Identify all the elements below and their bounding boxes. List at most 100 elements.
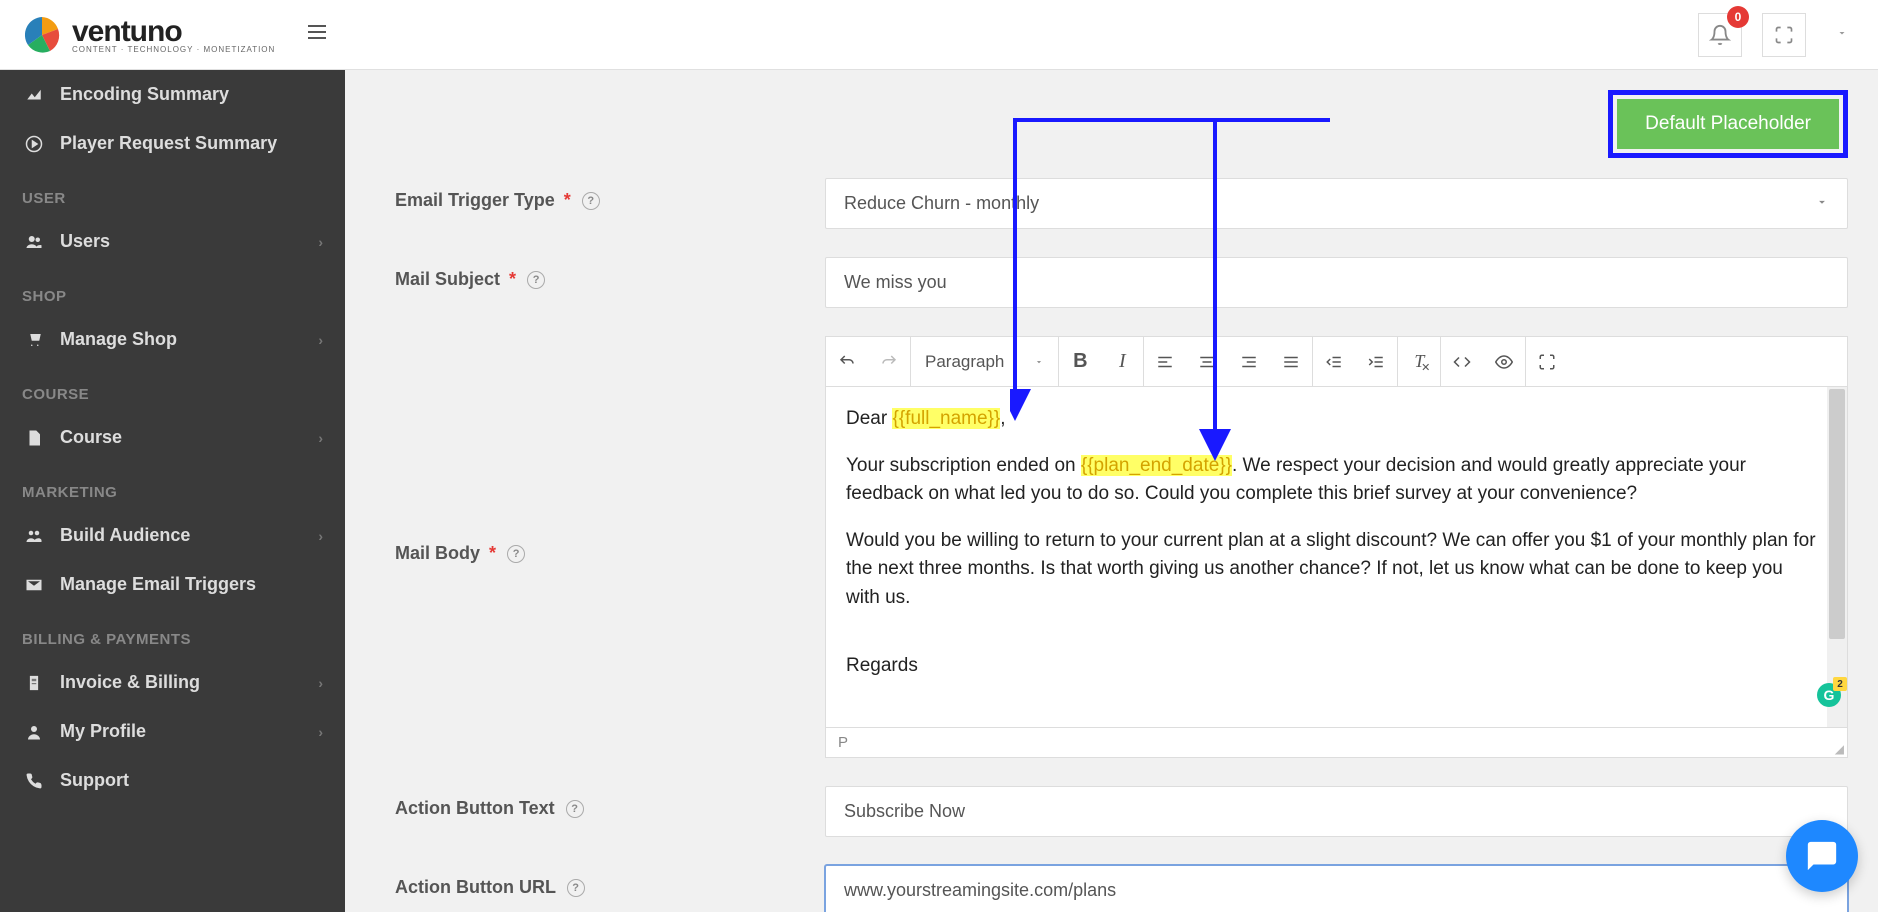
logo-mark-icon [20,13,64,57]
chat-support-button[interactable] [1786,820,1858,892]
align-center-button[interactable] [1186,338,1228,386]
help-icon[interactable]: ? [566,800,584,818]
editor-content[interactable]: Dear {{full_name}}, Your subscription en… [826,387,1847,727]
user-dropdown[interactable] [1826,26,1858,44]
body-text: Your subscription ended on [846,455,1081,476]
sidebar-item-encoding-summary[interactable]: Encoding Summary [0,70,345,119]
chevron-right-icon: › [318,332,323,348]
preview-button[interactable] [1483,338,1525,386]
sidebar-item-build-audience[interactable]: Build Audience › [0,511,345,560]
resize-handle-icon[interactable]: ◢ [1835,742,1844,756]
sidebar-item-label: Player Request Summary [60,133,277,154]
italic-button[interactable]: I [1101,338,1143,386]
row-email-trigger-type: Email Trigger Type * ? Reduce Churn - mo… [395,178,1848,229]
mail-icon [22,576,46,594]
sidebar-item-invoice-billing[interactable]: Invoice & Billing › [0,658,345,707]
sidebar-section-course: COURSE [0,364,345,413]
menu-toggle-icon[interactable] [305,20,329,49]
body-text: , [1000,408,1005,429]
sidebar-item-label: My Profile [60,721,146,742]
help-icon[interactable]: ? [507,545,525,563]
sidebar-item-manage-email-triggers[interactable]: Manage Email Triggers [0,560,345,609]
logo[interactable]: ventuno CONTENT · TECHNOLOGY · MONETIZAT… [20,13,275,57]
fullscreen-editor-button[interactable] [1526,338,1568,386]
grammarly-icon[interactable]: G2 [1817,683,1841,707]
undo-button[interactable] [826,338,868,386]
help-icon[interactable]: ? [567,879,585,897]
source-code-button[interactable] [1441,338,1483,386]
redo-button[interactable] [868,338,910,386]
scrollbar[interactable] [1827,387,1847,727]
editor-path: P [838,734,848,751]
chevron-right-icon: › [318,234,323,250]
users-icon [22,233,46,251]
main-content: Default Placeholder Email Trigger Type *… [345,70,1878,912]
fullscreen-button[interactable] [1762,13,1806,57]
sidebar-item-label: Build Audience [60,525,190,546]
sidebar-item-my-profile[interactable]: My Profile › [0,707,345,756]
outdent-button[interactable] [1313,338,1355,386]
align-left-button[interactable] [1144,338,1186,386]
label-email-trigger-type: Email Trigger Type * ? [395,178,825,211]
indent-button[interactable] [1355,338,1397,386]
row-mail-subject: Mail Subject * ? [395,257,1848,308]
bold-button[interactable]: B [1059,338,1101,386]
sidebar-item-course[interactable]: Course › [0,413,345,462]
chevron-right-icon: › [318,724,323,740]
play-circle-icon [22,135,46,153]
chevron-right-icon: › [318,675,323,691]
help-icon[interactable]: ? [582,192,600,210]
format-select[interactable]: Paragraph [911,338,1058,386]
sidebar-item-users[interactable]: Users › [0,217,345,266]
input-action-button-text[interactable] [825,786,1848,837]
chart-area-icon [22,86,46,104]
default-placeholder-highlight: Default Placeholder [1608,90,1848,158]
audience-icon [22,527,46,545]
sidebar-item-label: Users [60,231,110,252]
sidebar-item-player-request[interactable]: Player Request Summary [0,119,345,168]
required-mark: * [509,269,516,289]
label-action-button-text: Action Button Text ? [395,786,825,819]
sidebar-item-label: Support [60,770,129,791]
sidebar-section-shop: SHOP [0,266,345,315]
body-text: Would you be willing to return to your c… [846,527,1819,613]
notif-count-badge: 0 [1727,6,1749,28]
cart-icon [22,331,46,349]
sidebar-item-label: Course [60,427,122,448]
required-mark: * [564,190,571,210]
sidebar-section-user: USER [0,168,345,217]
phone-icon [22,772,46,790]
sidebar-item-manage-shop[interactable]: Manage Shop › [0,315,345,364]
label-mail-body: Mail Body * ? [395,531,825,564]
sidebar-item-label: Encoding Summary [60,84,229,105]
placeholder-full-name: {{full_name}} [892,408,1000,429]
sidebar-item-label: Manage Shop [60,329,177,350]
sidebar-item-label: Invoice & Billing [60,672,200,693]
user-icon [22,723,46,741]
align-justify-button[interactable] [1270,338,1312,386]
header: ventuno CONTENT · TECHNOLOGY · MONETIZAT… [0,0,1878,70]
chevron-right-icon: › [318,528,323,544]
clear-format-button[interactable]: T✕ [1398,338,1440,386]
editor-toolbar: Paragraph B I [826,337,1847,387]
notifications-button[interactable]: 0 [1698,13,1742,57]
editor-status-bar: P ◢ [826,727,1847,757]
row-mail-body: Mail Body * ? Paragraph [395,336,1848,758]
placeholder-plan-end-date: {{plan_end_date}} [1081,455,1232,476]
body-text: Regards [846,652,1819,681]
label-mail-subject: Mail Subject * ? [395,257,825,290]
brand-name: ventuno [72,15,182,48]
input-action-button-url[interactable] [825,865,1848,912]
align-right-button[interactable] [1228,338,1270,386]
chevron-down-icon [1815,193,1829,214]
chevron-right-icon: › [318,430,323,446]
select-email-trigger-type[interactable]: Reduce Churn - monthly [825,178,1848,229]
rich-text-editor: Paragraph B I [825,336,1848,758]
required-mark: * [489,543,496,563]
input-mail-subject[interactable] [825,257,1848,308]
sidebar-item-support[interactable]: Support [0,756,345,805]
sidebar: Encoding Summary Player Request Summary … [0,70,345,912]
default-placeholder-button[interactable]: Default Placeholder [1617,99,1839,149]
body-text: Dear [846,408,892,429]
help-icon[interactable]: ? [527,271,545,289]
